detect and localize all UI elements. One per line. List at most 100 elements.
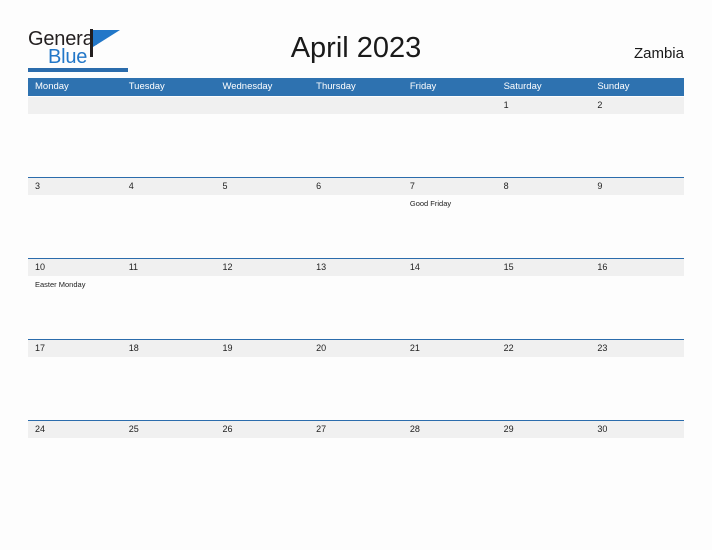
day-number: 16 (597, 262, 608, 272)
day-number: 19 (222, 343, 233, 353)
day-event (504, 114, 591, 117)
day-cell[interactable]: 4 (122, 177, 216, 258)
day-cell[interactable]: 6 (309, 177, 403, 258)
day-event (316, 438, 403, 441)
day-number: 4 (128, 181, 134, 191)
day-cell[interactable] (309, 96, 403, 177)
day-number: 21 (409, 343, 420, 353)
weekday-header-row: Monday Tuesday Wednesday Thursday Friday… (28, 78, 684, 96)
day-number: 8 (503, 181, 509, 191)
day-cell[interactable] (215, 96, 309, 177)
day-number: 28 (409, 424, 420, 434)
day-number: 25 (128, 424, 139, 434)
day-event (504, 357, 591, 360)
day-cell[interactable]: 17 (28, 339, 122, 420)
day-number: 11 (128, 262, 139, 272)
day-number: 2 (597, 100, 603, 110)
day-number: 18 (128, 343, 139, 353)
day-cell[interactable]: 8 (497, 177, 591, 258)
day-event (504, 438, 591, 441)
calendar-page: General Blue April 2023 Zambia Monday Tu… (0, 0, 712, 550)
day-event: Good Friday (409, 199, 452, 208)
day-number: 6 (316, 181, 322, 191)
day-event (35, 195, 122, 198)
day-event (129, 195, 216, 198)
day-cell[interactable]: 24 (28, 420, 122, 501)
day-cell[interactable]: 26 (215, 420, 309, 501)
day-number: 29 (503, 424, 514, 434)
day-number: 12 (222, 262, 233, 272)
day-number: 20 (316, 343, 327, 353)
day-event (222, 195, 309, 198)
day-number: 13 (316, 262, 327, 272)
day-event (597, 438, 684, 441)
day-number: 23 (597, 343, 608, 353)
day-cell[interactable]: 3 (28, 177, 122, 258)
day-cell[interactable]: 28 (403, 420, 497, 501)
day-cell[interactable]: 19 (215, 339, 309, 420)
day-cell[interactable]: 11 (122, 258, 216, 339)
day-number: 9 (597, 181, 603, 191)
day-event (410, 357, 497, 360)
week-row: 17 18 19 20 21 22 23 (28, 339, 684, 420)
week-row: 10 Easter Monday 11 12 13 14 15 16 (28, 258, 684, 339)
weekday-tuesday: Tuesday (128, 81, 165, 92)
day-number: 1 (503, 100, 509, 110)
day-cell[interactable]: 13 (309, 258, 403, 339)
week-row: 3 4 5 6 7 Good Friday 8 9 (28, 177, 684, 258)
day-event (504, 276, 591, 279)
day-cell[interactable] (122, 96, 216, 177)
day-cell[interactable]: 9 (590, 177, 684, 258)
day-cell[interactable]: 7 Good Friday (403, 177, 497, 258)
day-event (597, 276, 684, 279)
day-cell[interactable]: 1 (497, 96, 591, 177)
day-number: 17 (35, 343, 46, 353)
day-cell[interactable]: 2 (590, 96, 684, 177)
day-number: 14 (409, 262, 420, 272)
day-cell[interactable]: 15 (497, 258, 591, 339)
day-event (316, 195, 403, 198)
weekday-friday: Friday (409, 81, 437, 92)
day-number: 22 (503, 343, 514, 353)
day-event (222, 438, 309, 441)
week-row: 1 2 (28, 96, 684, 177)
day-event (35, 357, 122, 360)
day-event (316, 357, 403, 360)
calendar-grid: Monday Tuesday Wednesday Thursday Friday… (28, 78, 684, 501)
day-event (129, 276, 216, 279)
day-event (222, 357, 309, 360)
day-event (35, 438, 122, 441)
day-cell[interactable]: 18 (122, 339, 216, 420)
day-cell[interactable]: 12 (215, 258, 309, 339)
day-number: 24 (35, 424, 46, 434)
day-cell[interactable]: 14 (403, 258, 497, 339)
day-cell[interactable] (403, 96, 497, 177)
day-event (410, 438, 497, 441)
day-cell[interactable]: 5 (215, 177, 309, 258)
day-event (222, 276, 309, 279)
weekday-monday: Monday (35, 81, 69, 92)
week-row: 24 25 26 27 28 29 30 (28, 420, 684, 501)
day-cell[interactable]: 30 (590, 420, 684, 501)
day-cell[interactable]: 21 (403, 339, 497, 420)
day-cell[interactable]: 23 (590, 339, 684, 420)
day-cell[interactable]: 20 (309, 339, 403, 420)
day-event (129, 357, 216, 360)
day-event (316, 276, 403, 279)
day-event: Easter Monday (35, 280, 86, 289)
brand-underline (28, 68, 128, 72)
day-number: 26 (222, 424, 233, 434)
day-cell[interactable]: 16 (590, 258, 684, 339)
day-number: 7 (409, 181, 415, 191)
day-cell[interactable]: 29 (497, 420, 591, 501)
day-cell[interactable]: 10 Easter Monday (28, 258, 122, 339)
day-cell[interactable]: 27 (309, 420, 403, 501)
day-number: 30 (597, 424, 608, 434)
day-event (597, 195, 684, 198)
day-number: 10 (35, 262, 46, 272)
day-cell[interactable] (28, 96, 122, 177)
day-cell[interactable]: 25 (122, 420, 216, 501)
day-cell[interactable]: 22 (497, 339, 591, 420)
weekday-saturday: Saturday (503, 81, 542, 92)
day-event (410, 276, 497, 279)
